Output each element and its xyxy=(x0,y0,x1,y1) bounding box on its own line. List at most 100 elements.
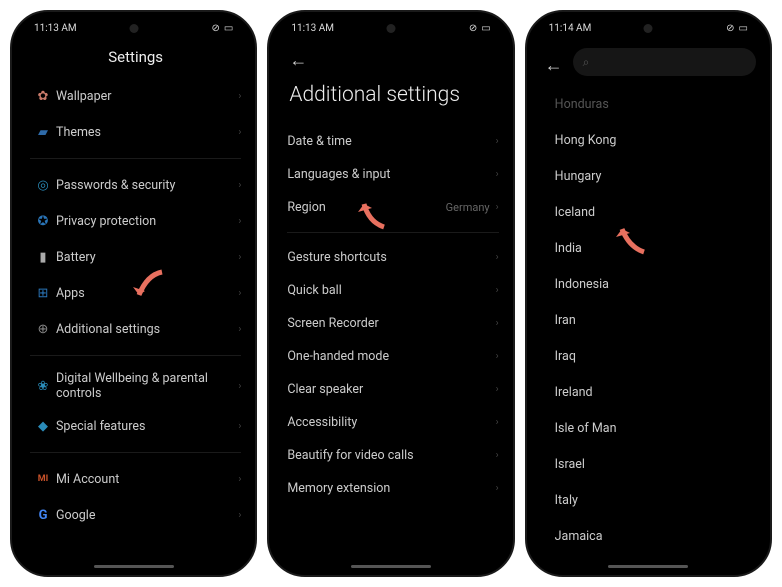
row-beautify[interactable]: Beautify for video calls› xyxy=(287,439,498,472)
settings-row-wellbeing[interactable]: ❀Digital Wellbeing & parental controls› xyxy=(30,364,241,408)
chevron-right-icon: › xyxy=(496,285,499,296)
chevron-right-icon: › xyxy=(496,136,499,147)
region-item[interactable]: Ireland xyxy=(545,374,756,410)
row-value: Germany xyxy=(446,201,490,214)
status-icons: ⊘ ▭ xyxy=(211,23,233,34)
settings-row-themes[interactable]: ▰Themes› xyxy=(30,114,241,150)
region-label: Iraq xyxy=(555,349,576,364)
row-onehand[interactable]: One-handed mode› xyxy=(287,340,498,373)
camera-notch xyxy=(386,24,395,33)
divider xyxy=(287,232,498,233)
row-label: Themes xyxy=(56,125,238,140)
settings-row-apps[interactable]: ⊞Apps› xyxy=(30,275,241,311)
chevron-right-icon: › xyxy=(238,180,241,191)
wallpaper-icon: ✿ xyxy=(30,89,56,104)
settings-row-wallpaper[interactable]: ✿Wallpaper› xyxy=(30,78,241,114)
region-item[interactable]: Iceland xyxy=(545,194,756,230)
row-memory[interactable]: Memory extension› xyxy=(287,472,498,505)
row-label: Additional settings xyxy=(56,322,238,337)
region-item[interactable]: Iraq xyxy=(545,338,756,374)
battery-icon: ▭ xyxy=(739,23,748,34)
row-label: Memory extension xyxy=(287,481,495,496)
row-clearspeaker[interactable]: Clear speaker› xyxy=(287,373,498,406)
settings-row-battery[interactable]: ▮Battery› xyxy=(30,239,241,275)
page-title: Additional settings xyxy=(289,83,498,107)
settings-row-special[interactable]: ◆Special features› xyxy=(30,408,241,444)
row-label: Beautify for video calls xyxy=(287,448,495,463)
row-gesture[interactable]: Gesture shortcuts› xyxy=(287,241,498,274)
chevron-right-icon: › xyxy=(238,510,241,521)
row-label: One-handed mode xyxy=(287,349,495,364)
mi-icon: MI xyxy=(30,474,56,484)
search-icon: ⌕ xyxy=(583,55,590,70)
region-item[interactable]: Hungary xyxy=(545,158,756,194)
phone-additional-settings: 11:13 AM ⊘ ▭ ← Additional settings Date … xyxy=(267,10,514,577)
back-button[interactable]: ← xyxy=(289,50,307,71)
region-label: Italy xyxy=(555,493,578,508)
row-region[interactable]: RegionGermany› xyxy=(287,191,498,224)
search-input[interactable]: ⌕ xyxy=(573,48,756,76)
region-label: Indonesia xyxy=(555,277,609,292)
chevron-right-icon: › xyxy=(496,417,499,428)
status-time: 11:13 AM xyxy=(291,23,334,34)
region-label: Iceland xyxy=(555,205,595,220)
region-screen: ← ⌕ Honduras Hong Kong Hungary Iceland I… xyxy=(527,44,770,562)
chevron-right-icon: › xyxy=(238,252,241,263)
status-icons: ⊘ ▭ xyxy=(726,23,748,34)
divider xyxy=(30,158,241,159)
chevron-right-icon: › xyxy=(238,216,241,227)
row-date-time[interactable]: Date & time› xyxy=(287,125,498,158)
row-label: Region xyxy=(287,200,445,215)
chevron-right-icon: › xyxy=(496,384,499,395)
chevron-right-icon: › xyxy=(238,288,241,299)
region-item[interactable]: Honduras xyxy=(545,86,756,122)
region-item[interactable]: Hong Kong xyxy=(545,122,756,158)
row-label: Apps xyxy=(56,286,238,301)
region-label: Hungary xyxy=(555,169,602,184)
divider xyxy=(30,355,241,356)
row-label: Clear speaker xyxy=(287,382,495,397)
settings-row-additional[interactable]: ⊕Additional settings› xyxy=(30,311,241,347)
divider xyxy=(30,452,241,453)
region-item[interactable]: Jamaica xyxy=(545,518,756,554)
do-not-disturb-icon: ⊘ xyxy=(211,23,219,34)
status-time: 11:13 AM xyxy=(34,23,77,34)
region-item[interactable]: Indonesia xyxy=(545,266,756,302)
phone-region-list: 11:14 AM ⊘ ▭ ← ⌕ Honduras Hong Kong Hung… xyxy=(525,10,772,577)
row-label: Screen Recorder xyxy=(287,316,495,331)
back-button[interactable]: ← xyxy=(545,55,563,76)
region-item[interactable]: Italy xyxy=(545,482,756,518)
row-label: Accessibility xyxy=(287,415,495,430)
settings-row-passwords[interactable]: ◎Passwords & security› xyxy=(30,167,241,203)
status-icons: ⊘ ▭ xyxy=(469,23,491,34)
region-item[interactable]: Isle of Man xyxy=(545,410,756,446)
region-item[interactable]: Iran xyxy=(545,302,756,338)
row-languages[interactable]: Languages & input› xyxy=(287,158,498,191)
chevron-right-icon: › xyxy=(496,351,499,362)
settings-row-google[interactable]: GGoogle› xyxy=(30,497,241,533)
chevron-right-icon: › xyxy=(238,421,241,432)
region-item[interactable]: Japan xyxy=(545,554,756,562)
settings-row-privacy[interactable]: ✪Privacy protection› xyxy=(30,203,241,239)
chevron-right-icon: › xyxy=(238,381,241,392)
chevron-right-icon: › xyxy=(496,318,499,329)
row-accessibility[interactable]: Accessibility› xyxy=(287,406,498,439)
region-label: Honduras xyxy=(555,97,609,112)
region-label: Iran xyxy=(555,313,576,328)
row-screenrec[interactable]: Screen Recorder› xyxy=(287,307,498,340)
chevron-right-icon: › xyxy=(496,252,499,263)
wellbeing-icon: ❀ xyxy=(30,379,56,394)
settings-row-mi-account[interactable]: MIMi Account› xyxy=(30,461,241,497)
shield-icon: ◎ xyxy=(30,178,56,193)
battery-icon: ▭ xyxy=(481,23,490,34)
row-label: Gesture shortcuts xyxy=(287,250,495,265)
chevron-right-icon: › xyxy=(238,324,241,335)
row-label: Digital Wellbeing & parental controls xyxy=(56,371,238,401)
region-label: Isle of Man xyxy=(555,421,617,436)
row-quickball[interactable]: Quick ball› xyxy=(287,274,498,307)
region-item[interactable]: India xyxy=(545,230,756,266)
apps-icon: ⊞ xyxy=(30,286,56,301)
battery-icon: ▭ xyxy=(224,23,233,34)
region-item[interactable]: Israel xyxy=(545,446,756,482)
page-title: Settings xyxy=(30,48,241,66)
